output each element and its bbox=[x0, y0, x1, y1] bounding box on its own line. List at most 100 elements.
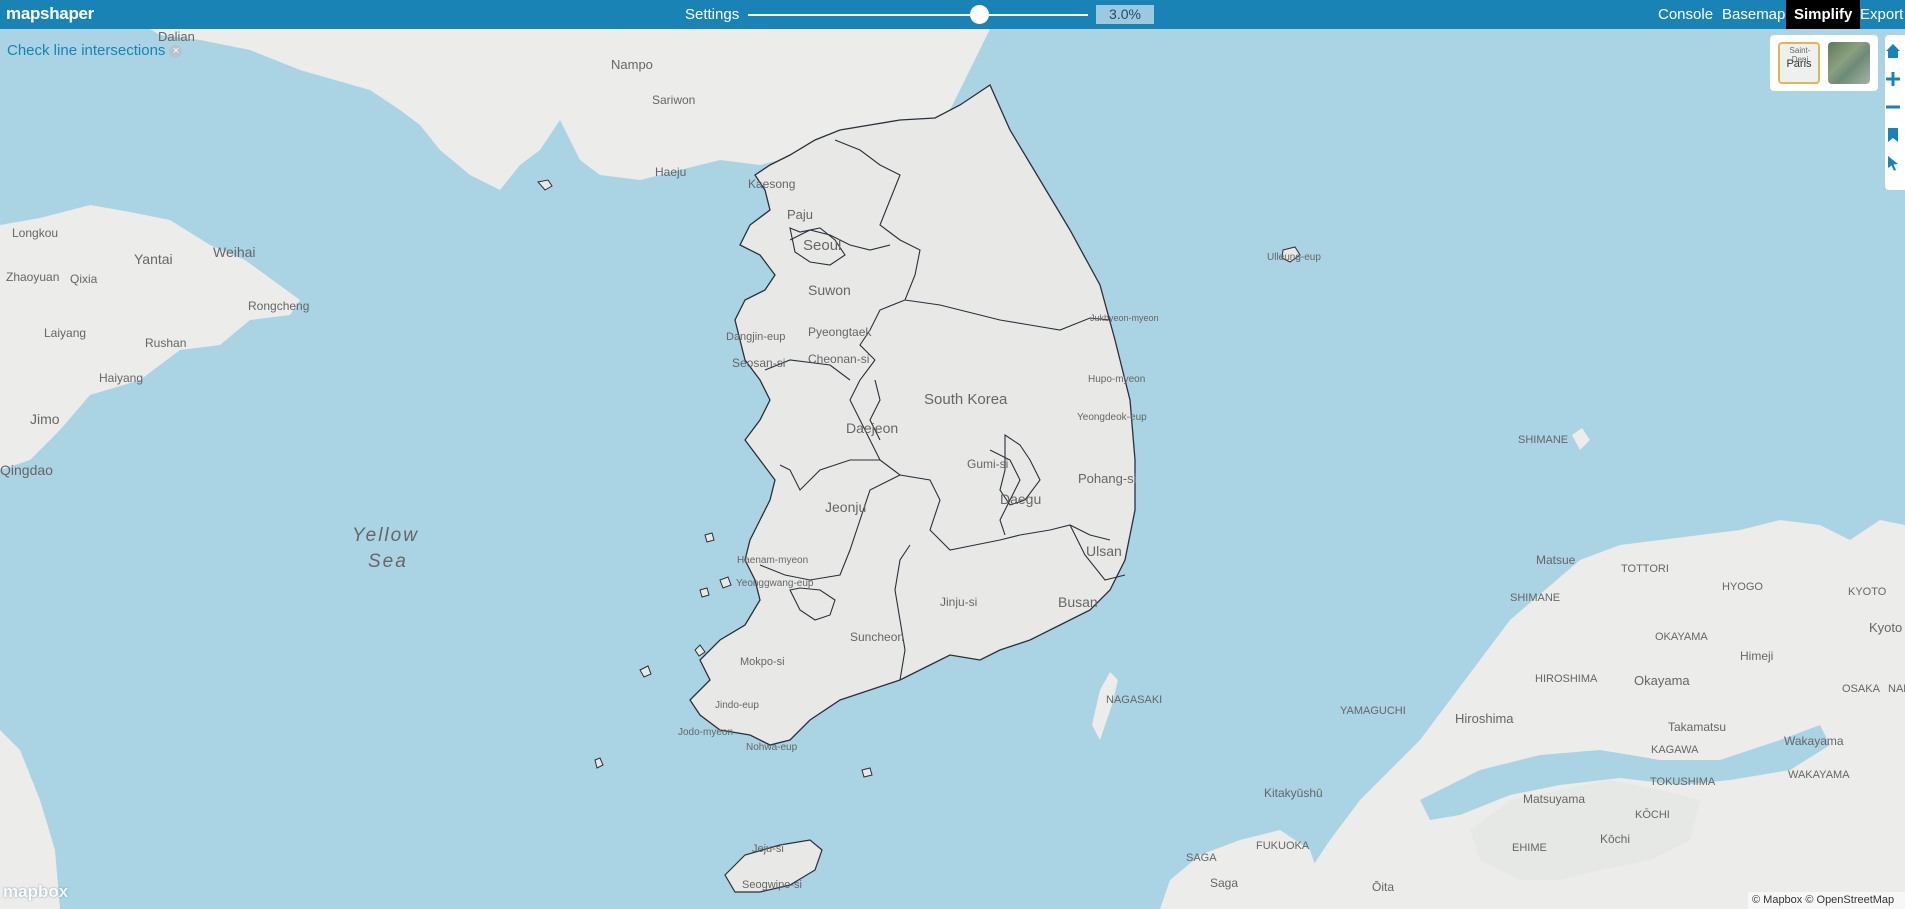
label-ulsan: Ulsan bbox=[1086, 543, 1122, 559]
label-seoul: Seoul bbox=[803, 237, 841, 254]
label-jeonju: Jeonju bbox=[825, 499, 866, 515]
label-dangjin: Dangjin-eup bbox=[726, 331, 785, 343]
label-himeji: Himeji bbox=[1740, 649, 1773, 663]
label-qingdao: Qingdao bbox=[0, 462, 53, 478]
label-kitakyushu: Kitakyūshū bbox=[1264, 786, 1323, 800]
label-takamatsu: Takamatsu bbox=[1668, 720, 1726, 734]
label-weihai: Weihai bbox=[213, 244, 256, 260]
label-saga: Saga bbox=[1210, 876, 1238, 890]
label-busan: Busan bbox=[1058, 594, 1098, 610]
label-hiroshima-pref: HIROSHIMA bbox=[1535, 673, 1598, 685]
simplify-button[interactable]: Simplify bbox=[1786, 0, 1861, 29]
label-matsue: Matsue bbox=[1536, 553, 1576, 567]
label-yantai: Yantai bbox=[134, 251, 173, 267]
label-south-korea: South Korea bbox=[924, 391, 1008, 408]
label-yamaguchi: YAMAGUCHI bbox=[1340, 705, 1406, 717]
label-zhaoyuan: Zhaoyuan bbox=[6, 270, 59, 284]
simplify-percent-input[interactable]: 3.0% bbox=[1096, 5, 1154, 24]
label-kochi: Kōchi bbox=[1600, 832, 1630, 846]
label-hyogo: HYOGO bbox=[1722, 581, 1763, 593]
label-ulleung: Ulleung-eup bbox=[1267, 252, 1321, 263]
zoom-out-icon[interactable] bbox=[1885, 99, 1901, 115]
pointer-icon[interactable] bbox=[1885, 155, 1901, 171]
label-pohang: Pohang-si bbox=[1078, 471, 1137, 486]
label-fukuoka: FUKUOKA bbox=[1256, 840, 1310, 852]
label-jukbyeon: Jukbyeon-myeon bbox=[1090, 313, 1159, 323]
label-kyoto: Kyoto bbox=[1869, 620, 1902, 635]
zoom-in-icon[interactable] bbox=[1885, 71, 1901, 87]
label-haenam: Haenam-myeon bbox=[737, 555, 808, 566]
check-intersections-label: Check line intersections bbox=[7, 42, 166, 59]
top-toolbar: mapshaper Settings 3.0% Console Basemap … bbox=[0, 0, 1905, 29]
simplify-slider-handle[interactable] bbox=[969, 5, 989, 24]
bookmark-icon[interactable] bbox=[1885, 127, 1901, 143]
label-pyeongtaek: Pyeongtaek bbox=[808, 325, 872, 339]
label-laiyang: Laiyang bbox=[44, 326, 86, 340]
label-yellow-sea-1: Yellow bbox=[352, 525, 419, 546]
app-logo: mapshaper bbox=[6, 4, 95, 23]
label-suwon: Suwon bbox=[808, 282, 851, 298]
label-paju: Paju bbox=[787, 207, 813, 222]
label-suncheon: Suncheon bbox=[850, 630, 904, 644]
label-kagawa: KAGAWA bbox=[1651, 744, 1699, 756]
label-haiyang: Haiyang bbox=[99, 371, 143, 385]
label-okayama-pref: OKAYAMA bbox=[1655, 631, 1708, 643]
label-nampo: Nampo bbox=[611, 57, 653, 72]
label-tokushima: TOKUSHIMA bbox=[1650, 776, 1716, 788]
label-ehime: EHIME bbox=[1512, 842, 1547, 854]
label-nagasaki: NAGASAKI bbox=[1106, 694, 1162, 706]
check-intersections-link[interactable]: Check line intersections × bbox=[7, 42, 183, 59]
label-yeongdeok: Yeongdeok-eup bbox=[1077, 412, 1147, 423]
label-wakayama-pref: WAKAYAMA bbox=[1788, 769, 1850, 781]
label-seosan: Seosan-si bbox=[732, 356, 785, 370]
label-shimane: SHIMANE bbox=[1510, 592, 1560, 604]
close-icon[interactable]: × bbox=[169, 45, 183, 58]
label-jeju: Jeju-si bbox=[752, 843, 784, 855]
label-longkou: Longkou bbox=[12, 226, 58, 240]
basemap-light-thumb[interactable]: Saint-Deni Paris bbox=[1778, 42, 1820, 84]
label-rongcheng: Rongcheng bbox=[248, 299, 309, 313]
label-yellow-sea-2: Sea bbox=[368, 551, 408, 572]
label-hiroshima: Hiroshima bbox=[1455, 711, 1514, 726]
mapbox-logo: mapbox bbox=[3, 882, 69, 901]
label-okayama: Okayama bbox=[1634, 673, 1690, 688]
label-jinju: Jinju-si bbox=[940, 595, 977, 609]
console-button[interactable]: Console bbox=[1650, 0, 1721, 29]
label-kyoto-pref: KYOTO bbox=[1848, 586, 1887, 598]
label-jodo: Jodo-myeon bbox=[678, 727, 733, 738]
basemap-selector: Saint-Deni Paris bbox=[1770, 35, 1878, 91]
map-attribution[interactable]: © Mapbox © OpenStreetMap bbox=[1748, 892, 1905, 909]
label-osaka: OSAKA bbox=[1842, 683, 1881, 695]
thumb-sublabel: Saint-Deni bbox=[1789, 46, 1811, 64]
label-saga-pref: SAGA bbox=[1186, 852, 1217, 864]
label-hupo: Hupo-myeon bbox=[1088, 374, 1145, 385]
settings-button[interactable]: Settings bbox=[685, 6, 739, 23]
label-seogwipo: Seogwipo-si bbox=[742, 879, 802, 891]
label-qixia: Qixia bbox=[70, 272, 98, 286]
label-nara: NARA bbox=[1888, 683, 1905, 695]
label-rushan: Rushan bbox=[145, 336, 186, 350]
label-cheonan: Cheonan-si bbox=[808, 352, 869, 366]
label-jimo: Jimo bbox=[30, 411, 60, 427]
label-nohwa: Nohwa-eup bbox=[746, 742, 798, 753]
label-wakayama: Wakayama bbox=[1784, 734, 1844, 748]
map-viewport[interactable]: Dalian Nampo Sariwon Haeju Kaesong Paju … bbox=[0, 29, 1905, 909]
label-haeju: Haeju bbox=[655, 165, 686, 179]
basemap-button[interactable]: Basemap bbox=[1714, 0, 1793, 29]
export-button[interactable]: Export bbox=[1852, 0, 1905, 29]
map-canvas[interactable]: Dalian Nampo Sariwon Haeju Kaesong Paju … bbox=[0, 29, 1905, 909]
simplify-slider-track[interactable] bbox=[748, 14, 1088, 16]
label-daegu: Daegu bbox=[1000, 491, 1041, 507]
label-matsuyama: Matsuyama bbox=[1523, 792, 1585, 806]
label-shimane-pref: SHIMANE bbox=[1518, 434, 1568, 446]
label-yeonggwang: Yeonggwang-eup bbox=[736, 578, 814, 589]
label-kochi-pref: KŌCHI bbox=[1635, 809, 1670, 821]
label-jindo: Jindo-eup bbox=[715, 700, 759, 711]
label-tottori: TOTTORI bbox=[1621, 563, 1669, 575]
label-kaesong: Kaesong bbox=[748, 177, 795, 191]
home-icon[interactable] bbox=[1885, 43, 1901, 59]
basemap-satellite-thumb[interactable] bbox=[1828, 42, 1870, 84]
label-mokpo: Mokpo-si bbox=[740, 656, 785, 668]
label-oita: Ōita bbox=[1372, 880, 1394, 894]
label-gumi: Gumi-si bbox=[967, 457, 1008, 471]
